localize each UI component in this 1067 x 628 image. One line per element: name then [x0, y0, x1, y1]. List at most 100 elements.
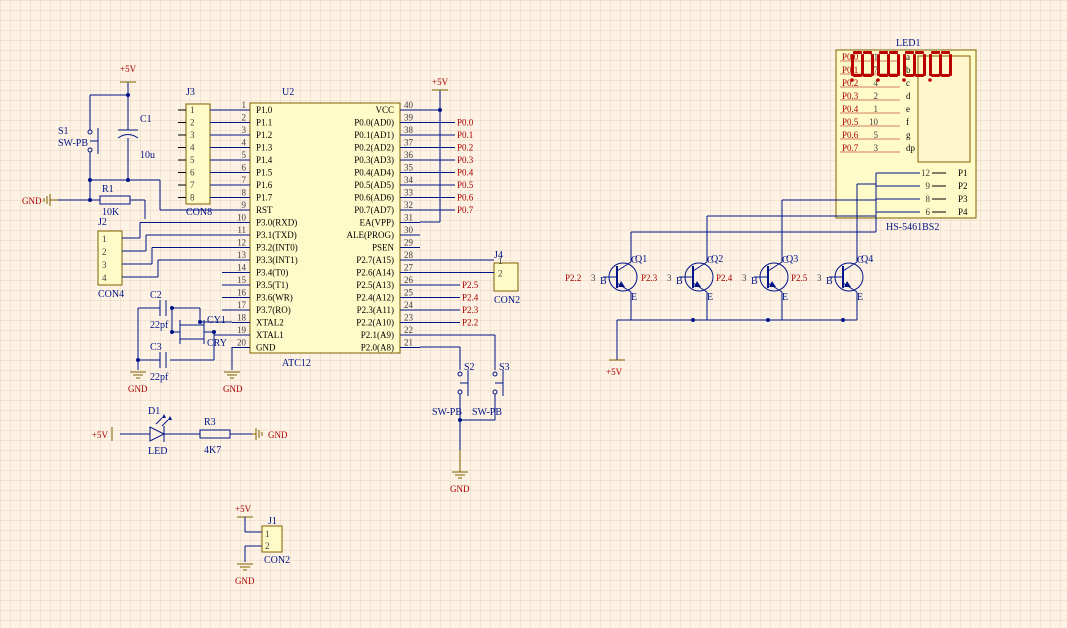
svg-text:2: 2	[102, 247, 107, 257]
svg-text:XTAL1: XTAL1	[256, 330, 284, 340]
svg-text:CY1: CY1	[207, 315, 226, 326]
svg-text:4K7: 4K7	[204, 445, 221, 456]
svg-text:P0.4: P0.4	[457, 168, 474, 178]
svg-text:1: 1	[190, 105, 195, 115]
svg-text:27: 27	[404, 263, 414, 273]
svg-text:6: 6	[242, 163, 247, 173]
svg-text:22: 22	[404, 325, 413, 335]
svg-text:P0.6: P0.6	[457, 193, 474, 203]
svg-text:21: 21	[404, 338, 413, 348]
svg-text:22pf: 22pf	[150, 372, 169, 383]
svg-text:P0.0: P0.0	[457, 118, 474, 128]
svg-text:P0.7: P0.7	[457, 205, 474, 215]
svg-text:P2.3: P2.3	[462, 305, 479, 315]
svg-text:13: 13	[237, 250, 247, 260]
svg-text:7: 7	[242, 175, 247, 185]
led-d1: +5V D1 LED R3 4K7 GND	[92, 406, 288, 457]
conn-j2: J2 CON4	[98, 217, 124, 300]
svg-text:1: 1	[265, 529, 270, 539]
svg-text:b: b	[906, 65, 911, 75]
svg-text:18: 18	[237, 313, 247, 323]
svg-text:RST: RST	[256, 205, 273, 215]
svg-text:17: 17	[237, 300, 247, 310]
sw-s1: S1 SW-PB	[58, 95, 98, 180]
svg-text:SW-PB: SW-PB	[432, 407, 462, 418]
svg-text:P3.3(INT1): P3.3(INT1)	[256, 255, 298, 265]
svg-text:5: 5	[874, 130, 879, 140]
svg-text:U2: U2	[282, 87, 294, 98]
pwr-5v-topleft: +5V	[120, 64, 137, 95]
svg-text:PSEN: PSEN	[372, 243, 395, 253]
svg-text:GND: GND	[256, 343, 276, 353]
svg-text:25: 25	[404, 288, 414, 298]
svg-text:GND: GND	[235, 576, 255, 586]
svg-text:LED1: LED1	[896, 38, 920, 49]
svg-text:P0.3: P0.3	[457, 155, 474, 165]
svg-text:c: c	[906, 78, 910, 88]
svg-text:CON2: CON2	[494, 295, 520, 306]
svg-text:P2.4: P2.4	[462, 293, 479, 303]
svg-text:S1: S1	[58, 126, 69, 137]
svg-text:P2.0(A8): P2.0(A8)	[361, 343, 394, 353]
svg-text:19: 19	[237, 325, 247, 335]
svg-text:4: 4	[242, 138, 247, 148]
svg-text:P2.3: P2.3	[641, 273, 658, 283]
cap-c1: C1 10u	[118, 95, 155, 180]
svg-text:3: 3	[817, 273, 822, 283]
svg-text:4: 4	[190, 143, 195, 153]
svg-text:6: 6	[926, 207, 931, 217]
svg-text:J2: J2	[98, 217, 107, 228]
svg-text:3: 3	[102, 260, 107, 270]
svg-text:20: 20	[237, 338, 247, 348]
svg-text:P1.7: P1.7	[256, 193, 273, 203]
svg-text:SW-PB: SW-PB	[472, 407, 502, 418]
svg-text:3: 3	[242, 125, 247, 135]
svg-text:GND: GND	[268, 430, 288, 440]
svg-text:SW-PB: SW-PB	[58, 138, 88, 149]
svg-text:P3.2(INT0): P3.2(INT0)	[256, 243, 298, 253]
svg-text:C3: C3	[150, 342, 162, 353]
svg-text:GND: GND	[128, 384, 148, 394]
svg-text:EA(VPP): EA(VPP)	[359, 218, 394, 228]
svg-text:g: g	[906, 130, 911, 140]
svg-text:P2.3(A11): P2.3(A11)	[357, 305, 394, 315]
svg-text:6: 6	[190, 168, 195, 178]
svg-text:C1: C1	[140, 114, 152, 125]
svg-text:R1: R1	[102, 184, 114, 195]
svg-text:P2.5: P2.5	[791, 273, 808, 283]
svg-text:10u: 10u	[140, 150, 155, 161]
svg-text:1: 1	[242, 100, 247, 110]
label-5v-tl: +5V	[120, 64, 137, 74]
svg-text:P2.1(A9): P2.1(A9)	[361, 330, 394, 340]
svg-text:2: 2	[265, 541, 270, 551]
svg-text:8: 8	[242, 188, 247, 198]
svg-text:D1: D1	[148, 406, 160, 417]
svg-text:5: 5	[242, 150, 247, 160]
svg-text:dp: dp	[906, 143, 916, 153]
svg-text:12: 12	[237, 238, 246, 248]
svg-text:22pf: 22pf	[150, 320, 169, 331]
svg-text:P0.2: P0.2	[457, 143, 473, 153]
svg-text:24: 24	[404, 300, 414, 310]
svg-text:e: e	[906, 104, 910, 114]
svg-text:S3: S3	[499, 362, 510, 373]
xtal-block: C2 22pf CY1 CRY 22pf C3 GND	[128, 290, 232, 394]
svg-text:30: 30	[404, 225, 414, 235]
svg-text:B: B	[826, 276, 833, 287]
svg-text:3: 3	[667, 273, 672, 283]
svg-text:11: 11	[237, 225, 246, 235]
svg-text:32: 32	[404, 200, 413, 210]
svg-text:CON4: CON4	[98, 289, 124, 300]
svg-text:B: B	[751, 276, 758, 287]
svg-text:2: 2	[498, 269, 503, 279]
svg-text:35: 35	[404, 163, 414, 173]
svg-text:P0.5: P0.5	[457, 180, 474, 190]
svg-text:P0.3: P0.3	[842, 91, 859, 101]
svg-text:P0.5(AD5): P0.5(AD5)	[354, 180, 394, 190]
svg-text:7: 7	[190, 180, 195, 190]
svg-text:12: 12	[921, 168, 930, 178]
svg-text:29: 29	[404, 238, 414, 248]
svg-text:3: 3	[742, 273, 747, 283]
svg-text:2: 2	[242, 113, 247, 123]
svg-text:Q4: Q4	[861, 254, 873, 265]
